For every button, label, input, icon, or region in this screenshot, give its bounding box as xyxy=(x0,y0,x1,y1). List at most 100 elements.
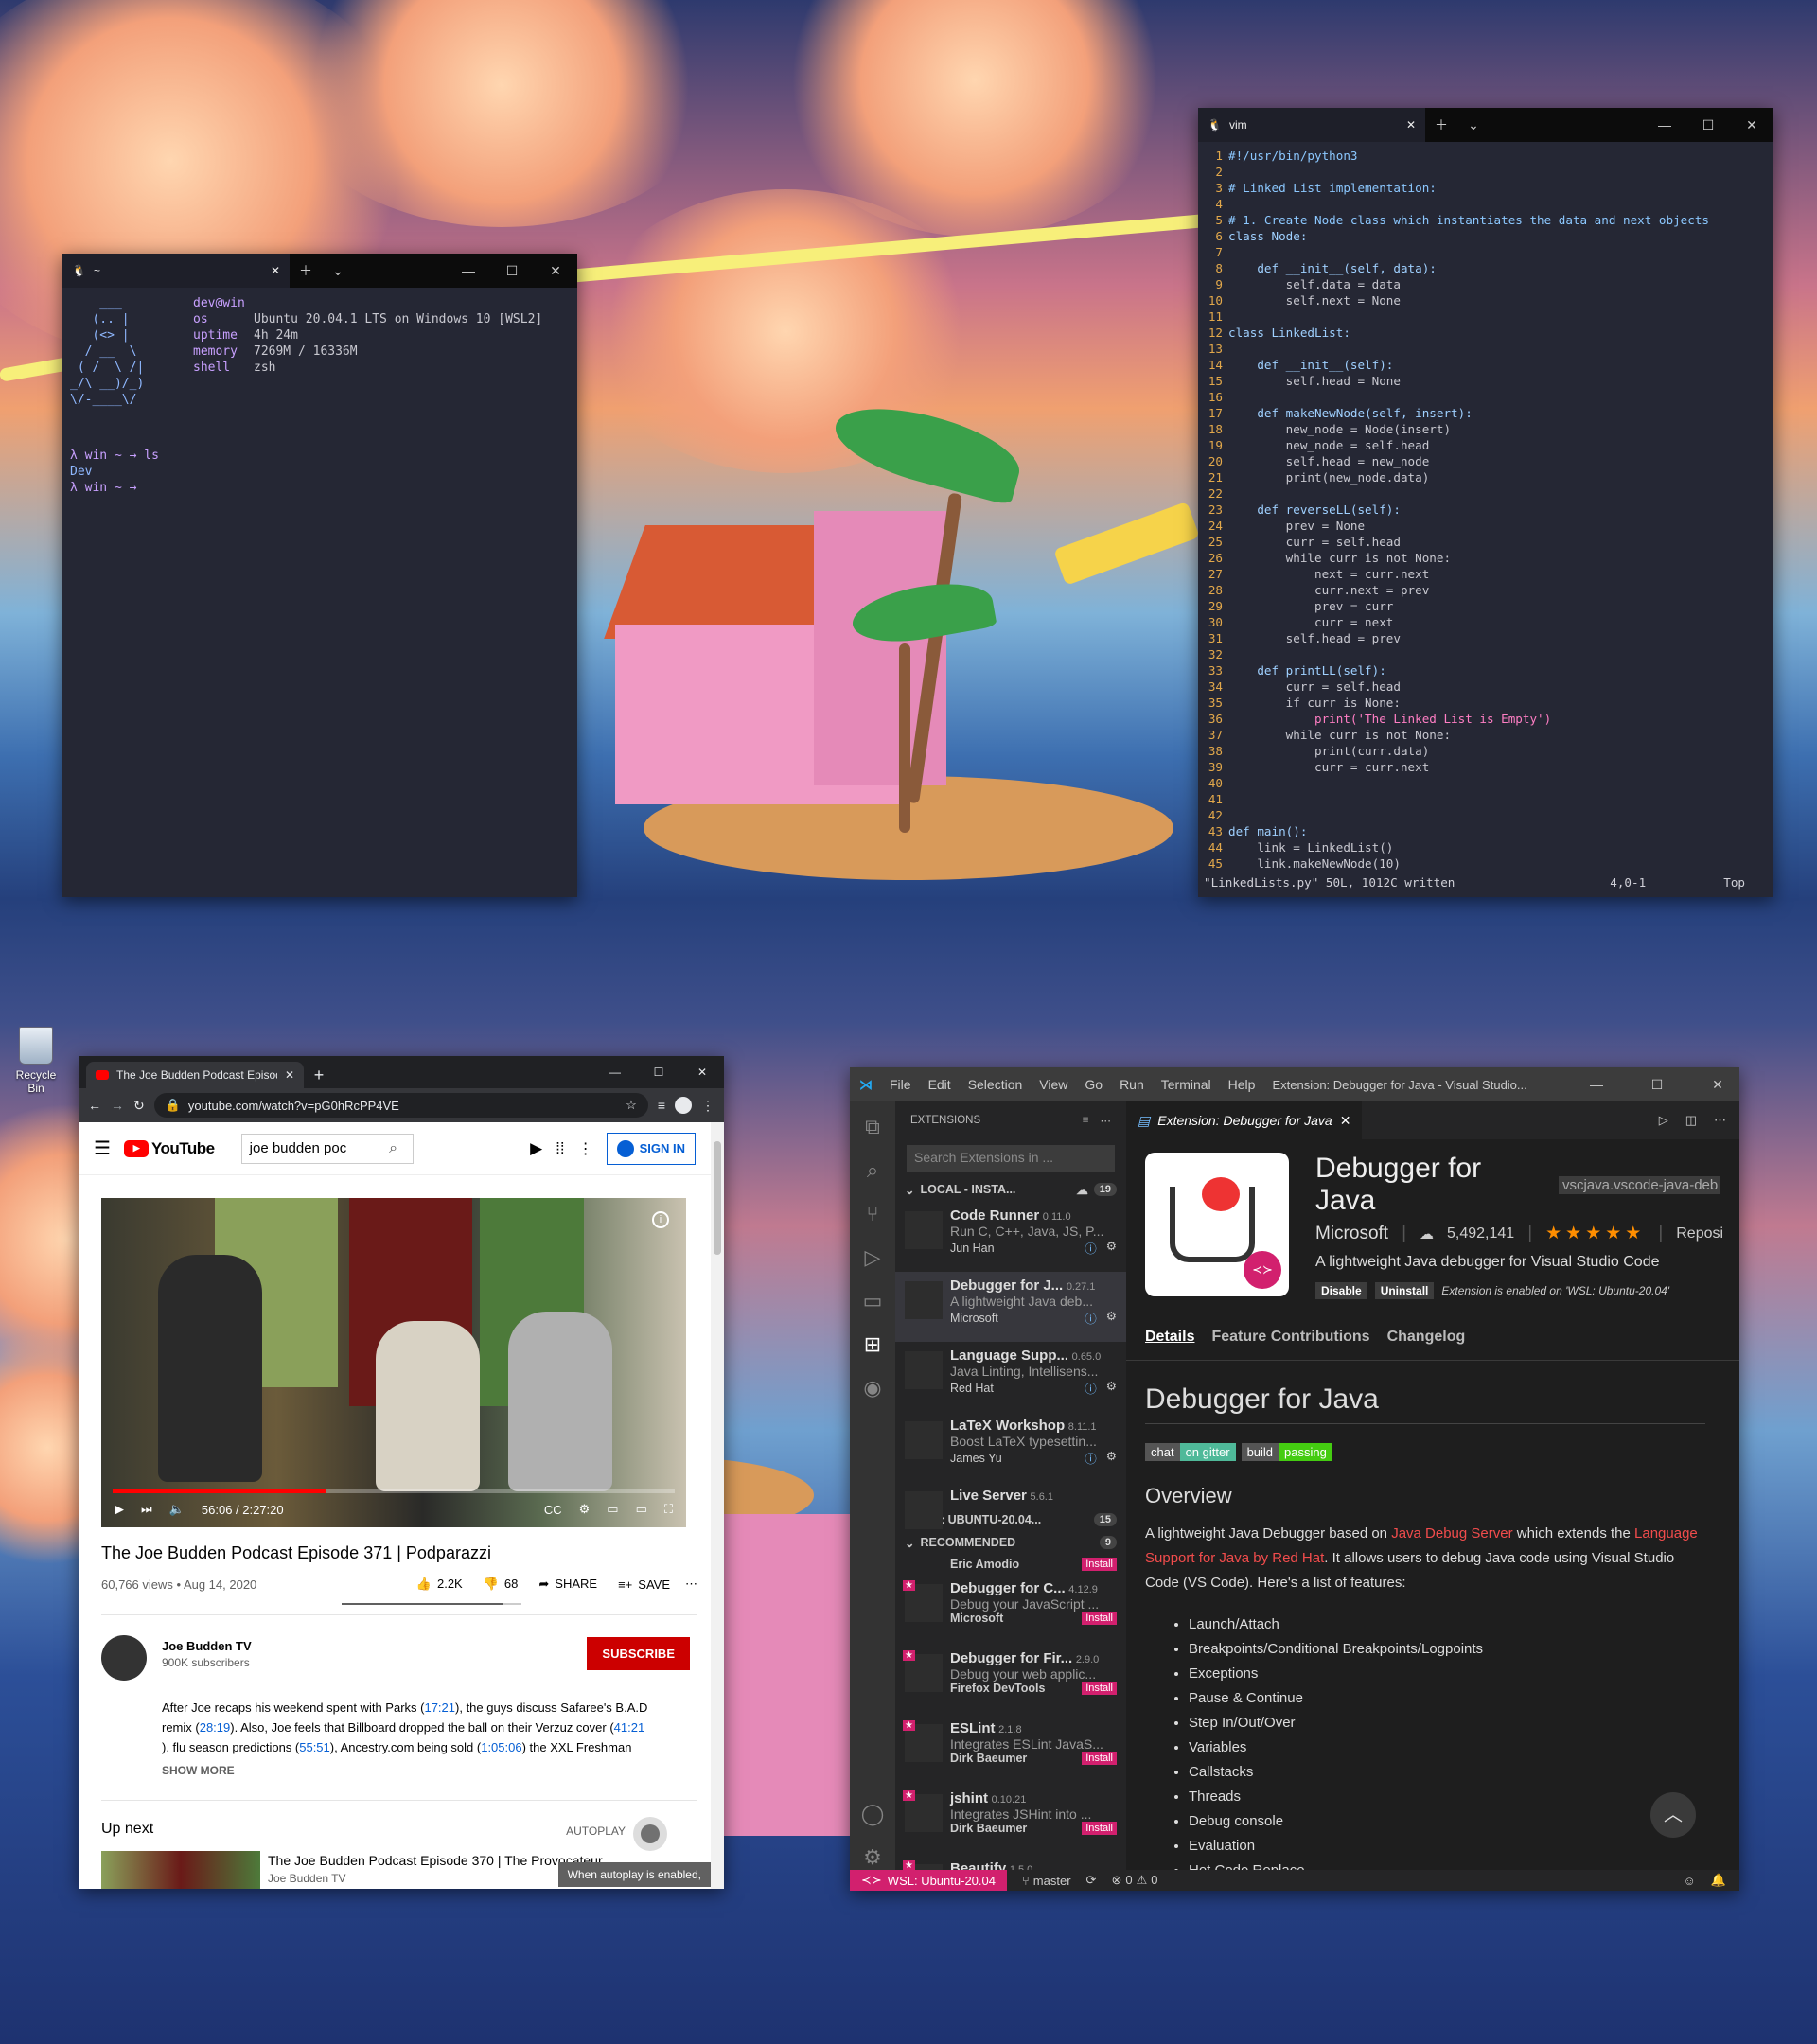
close-button[interactable]: ✕ xyxy=(1730,108,1773,142)
tab-dropdown-button[interactable]: ⌄ xyxy=(1457,108,1490,142)
maximize-button[interactable]: ☐ xyxy=(1635,1077,1679,1093)
search-input[interactable]: joe budden poc xyxy=(242,1140,375,1156)
close-button[interactable]: ✕ xyxy=(534,254,577,288)
page-scrollbar[interactable] xyxy=(711,1122,724,1889)
progress-bar[interactable] xyxy=(113,1489,675,1493)
remote-info-icon[interactable]: ⓘ xyxy=(1085,1379,1097,1397)
close-tab-icon[interactable]: ✕ xyxy=(271,264,280,277)
back-arrow-icon[interactable]: ← xyxy=(88,1098,101,1113)
install-button[interactable]: Install xyxy=(1082,1822,1117,1835)
vim-editor[interactable]: 1 #!/usr/bin/python3 2 3 # Linked List imple… xyxy=(1198,142,1773,872)
chrome-window[interactable]: The Joe Budden Podcast Episode ✕ + — ☐ ✕… xyxy=(79,1056,724,1889)
manage-gear-icon[interactable]: ⚙ xyxy=(1106,1449,1117,1467)
menu-item-file[interactable]: File xyxy=(890,1077,911,1092)
info-icon[interactable]: i xyxy=(652,1211,669,1228)
sign-in-button[interactable]: SIGN IN xyxy=(606,1132,696,1165)
uninstall-button[interactable]: Uninstall xyxy=(1374,1282,1435,1299)
scroll-to-top-button[interactable]: ︿ xyxy=(1650,1792,1696,1838)
minimize-button[interactable]: — xyxy=(593,1056,637,1088)
minimize-button[interactable]: — xyxy=(1575,1077,1618,1092)
extension-list-item[interactable]: LaTeX Workshop 8.11.1 Boost LaTeX typeset… xyxy=(895,1412,1126,1482)
more-actions-icon[interactable]: ⋯ xyxy=(1101,1114,1112,1127)
new-tab-button[interactable]: ＋ xyxy=(290,254,322,288)
problems-indicator[interactable]: ⊗ 0 ⚠ 0 xyxy=(1111,1873,1157,1888)
menu-item-selection[interactable]: Selection xyxy=(968,1077,1023,1092)
play-icon[interactable]: ▶ xyxy=(115,1502,124,1517)
source-control-icon[interactable]: ⑂ xyxy=(866,1202,878,1226)
new-tab-button[interactable]: + xyxy=(304,1062,334,1088)
extension-list-item[interactable]: Live Server 5.6.1 xyxy=(895,1482,1126,1529)
extensions-icon[interactable]: ⊞ xyxy=(864,1332,881,1357)
close-button[interactable]: ✕ xyxy=(1696,1077,1739,1093)
run-debug-icon[interactable]: ▷ xyxy=(865,1245,881,1270)
search-box[interactable]: joe budden poc ⌕ xyxy=(240,1133,414,1164)
minimize-button[interactable]: — xyxy=(1643,108,1686,142)
menu-item-terminal[interactable]: Terminal xyxy=(1161,1077,1211,1092)
close-tab-icon[interactable]: ✕ xyxy=(1340,1113,1351,1129)
menu-item-go[interactable]: Go xyxy=(1085,1077,1103,1092)
video-player[interactable]: i ▶ ⏭ 🔈 56:06 / 2:27:20 CC ⚙ ▭ ▭ ⛶ xyxy=(101,1198,686,1527)
create-video-icon[interactable]: ▶︎ xyxy=(530,1139,542,1158)
more-actions-icon[interactable]: ⋯ xyxy=(1714,1113,1726,1128)
next-icon[interactable]: ⏭ xyxy=(141,1502,152,1517)
forward-arrow-icon[interactable]: → xyxy=(111,1098,124,1113)
apps-grid-icon[interactable]: ⁞⁞ xyxy=(556,1139,564,1158)
manage-gear-icon[interactable]: ⚙ xyxy=(863,1845,882,1870)
maximize-button[interactable]: ☐ xyxy=(490,254,534,288)
menu-item-view[interactable]: View xyxy=(1039,1077,1067,1092)
captions-icon[interactable]: CC xyxy=(544,1503,562,1517)
remote-explorer-icon[interactable]: ▭ xyxy=(863,1289,883,1313)
scrollbar-thumb[interactable] xyxy=(714,1141,721,1255)
browser-tab[interactable]: The Joe Budden Podcast Episode ✕ xyxy=(86,1062,304,1088)
terminal-tab[interactable]: 🐧 ~ ✕ xyxy=(62,254,290,288)
timestamp-link[interactable]: 28:19 xyxy=(200,1720,231,1735)
filter-icon[interactable]: ≡ xyxy=(1083,1115,1089,1126)
media-queue-icon[interactable]: ≡ xyxy=(658,1098,665,1113)
dislike-button[interactable]: 👎 68 xyxy=(484,1577,519,1592)
close-tab-icon[interactable]: ✕ xyxy=(1406,118,1416,132)
timestamp-link[interactable]: 41:21 xyxy=(614,1720,645,1735)
extension-list-item[interactable]: ★ Debugger for Fir... 2.9.0 Debug your web… xyxy=(895,1645,1126,1715)
extension-list-item[interactable]: Debugger for J... 0.27.1 A lightweight Ja… xyxy=(895,1272,1126,1342)
save-button[interactable]: ≡+ SAVE xyxy=(618,1577,670,1592)
extension-list-item[interactable]: ★Beautify 1.5.0Beautify code in place f.… xyxy=(895,1855,1126,1870)
maximize-button[interactable]: ☐ xyxy=(1686,108,1730,142)
spotify-icon[interactable]: ◉ xyxy=(863,1376,881,1401)
tab-feature-contributions[interactable]: Feature Contributions xyxy=(1211,1329,1369,1360)
feedback-icon[interactable]: ☺ xyxy=(1684,1874,1696,1888)
extension-list-item[interactable]: Language Supp... 0.65.0 Java Linting, Int… xyxy=(895,1342,1126,1412)
run-icon[interactable]: ▷ xyxy=(1659,1113,1668,1128)
extension-list-item[interactable]: ★ Debugger for C... 4.12.9 Debug your Java… xyxy=(895,1575,1126,1645)
vscode-window[interactable]: ⋊ File Edit Selection View Go Run Terminal Help… xyxy=(850,1067,1739,1891)
fullscreen-icon[interactable]: ⛶ xyxy=(664,1502,673,1517)
remote-info-icon[interactable]: ⓘ xyxy=(1085,1239,1097,1257)
like-button[interactable]: 👍 2.2K xyxy=(416,1577,463,1592)
remote-info-icon[interactable]: ⓘ xyxy=(1085,1449,1097,1467)
close-tab-icon[interactable]: ✕ xyxy=(285,1068,294,1082)
account-icon[interactable]: ◯ xyxy=(861,1802,885,1826)
manage-gear-icon[interactable]: ⚙ xyxy=(1106,1239,1117,1257)
minimize-button[interactable]: — xyxy=(447,254,490,288)
install-button[interactable]: Install xyxy=(1082,1682,1117,1695)
channel-avatar[interactable] xyxy=(101,1635,147,1681)
address-bar[interactable]: 🔒 youtube.com/watch?v=pG0hRcPP4VE ☆ xyxy=(153,1093,648,1118)
recycle-bin[interactable]: Recycle Bin xyxy=(8,1027,64,1095)
manage-gear-icon[interactable]: ⚙ xyxy=(1106,1379,1117,1397)
gitter-badge[interactable]: chat on gitter xyxy=(1145,1443,1236,1461)
tab-changelog[interactable]: Changelog xyxy=(1387,1329,1466,1360)
editor-tab[interactable]: ▤ Extension: Debugger for Java ✕ xyxy=(1126,1101,1363,1139)
terminal-window[interactable]: 🐧 ~ ✕ ＋ ⌄ — ☐ ✕ ___ (.. | (<> | / __ \ (… xyxy=(62,254,577,897)
repository-link[interactable]: Reposi xyxy=(1676,1225,1723,1242)
next-video-title[interactable]: The Joe Budden Podcast Episode 370 | The… xyxy=(268,1853,603,1868)
show-more-button[interactable]: SHOW MORE xyxy=(162,1761,694,1781)
disable-button[interactable]: Disable xyxy=(1315,1282,1367,1299)
profile-icon[interactable] xyxy=(675,1097,692,1114)
more-menu-icon[interactable]: ⋮ xyxy=(701,1098,714,1114)
bookmark-star-icon[interactable]: ☆ xyxy=(626,1098,637,1113)
install-button[interactable]: Install xyxy=(1082,1558,1117,1571)
local-installed-header[interactable]: ⌄ LOCAL - INSTA... ☁ 19 xyxy=(895,1177,1126,1202)
menu-item-run[interactable]: Run xyxy=(1120,1077,1144,1092)
branch-indicator[interactable]: ⑂ master xyxy=(1022,1874,1071,1888)
channel-name[interactable]: Joe Budden TV xyxy=(162,1639,252,1653)
extension-search-input[interactable]: Search Extensions in ... xyxy=(907,1145,1115,1172)
